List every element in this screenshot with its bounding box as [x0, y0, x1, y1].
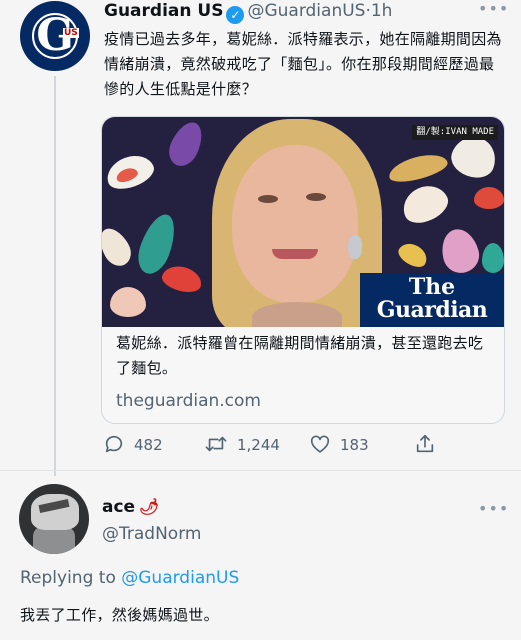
card-domain: theguardian.com [116, 391, 261, 411]
tweet-header: Guardian US ✓ @GuardianUS·1h [104, 0, 393, 24]
retweet-button[interactable]: 1,244 [204, 432, 280, 458]
tweet-text: 疫情已過去多年，葛妮絲．派特羅表示，她在隔離期間因為情緒崩潰，竟然破戒吃了「麵包… [104, 30, 502, 98]
heart-icon [310, 435, 330, 453]
share-icon [416, 434, 434, 453]
share-button[interactable] [414, 432, 445, 458]
like-button[interactable]: 183 [309, 432, 369, 458]
reply-more-options-icon[interactable]: ••• [478, 499, 509, 518]
card-title: 葛妮絲．派特羅曾在隔離期間情緒崩潰，甚至還跑去吃了麵包。 [116, 334, 484, 377]
guardian-logo: The Guardian [360, 273, 504, 327]
replying-prefix: Replying to [20, 568, 116, 588]
replying-to-line: Replying to @GuardianUS [20, 566, 239, 590]
author-handle[interactable]: @GuardianUS [247, 1, 365, 21]
avatar-logo-letter: G [36, 10, 74, 61]
author-name[interactable]: Guardian US [104, 1, 223, 21]
photo-face [232, 145, 358, 303]
reply-author-avatar[interactable] [19, 484, 89, 554]
reply-button[interactable]: 482 [103, 432, 163, 458]
reply-author-name-row: ace 🌶 [102, 496, 159, 518]
reply-icon [105, 435, 123, 453]
verified-badge-icon: ✓ [226, 6, 245, 24]
more-options-icon[interactable]: ••• [478, 0, 509, 18]
reply-author-name[interactable]: ace [102, 497, 135, 517]
image-credit: 翻/製:IVAN MADE [412, 125, 498, 140]
replying-to-link[interactable]: @GuardianUS [121, 568, 239, 588]
avatar-us-badge: US [63, 28, 79, 38]
guardian-avatar[interactable]: G US [20, 1, 90, 71]
logo-line-2: Guardian [376, 297, 488, 323]
article-image: 翻/製:IVAN MADE The Guardian [102, 117, 504, 327]
reply-author-handle[interactable]: @TradNorm [102, 522, 201, 546]
thread-connector-line [54, 76, 56, 476]
retweet-icon [205, 436, 227, 452]
chili-pepper-icon: 🌶 [139, 497, 160, 516]
reply-count: 482 [134, 436, 163, 454]
link-preview-card[interactable]: 翻/製:IVAN MADE The Guardian 葛妮絲．派特羅曾在隔離期間… [101, 116, 505, 424]
tweet-divider [0, 470, 521, 471]
tweet-timestamp[interactable]: 1h [371, 1, 393, 21]
reply-text: 我丟了工作，然後媽媽過世。 [20, 606, 219, 624]
retweet-count: 1,244 [237, 436, 280, 454]
like-count: 183 [340, 436, 369, 454]
